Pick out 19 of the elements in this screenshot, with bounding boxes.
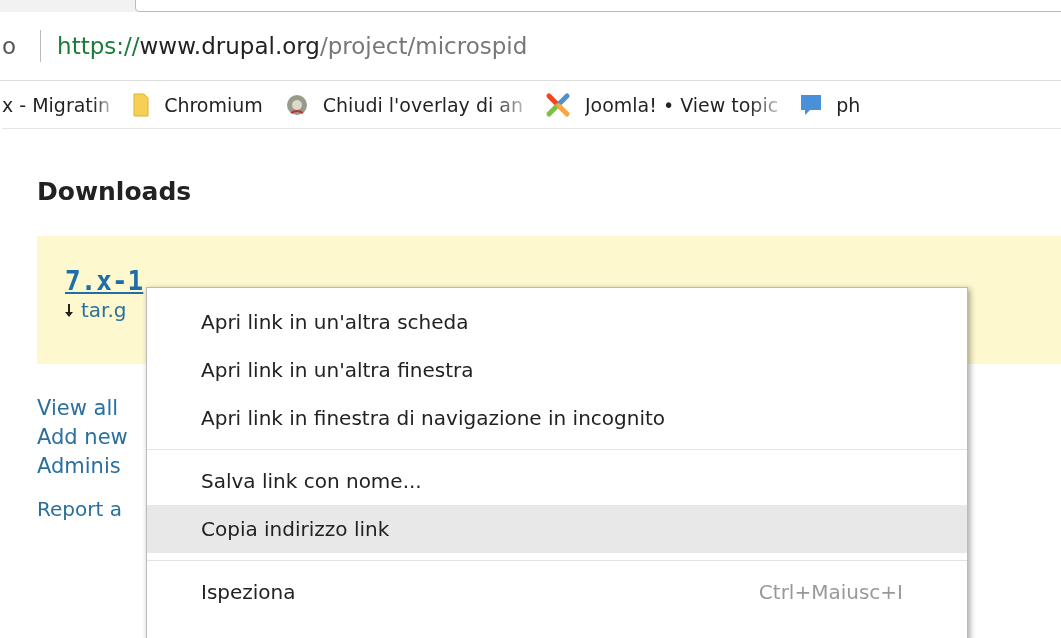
emblem-icon	[284, 92, 309, 117]
version-link[interactable]: 7.x-1	[65, 266, 144, 296]
menu-item[interactable]: Salva link con nome...	[147, 457, 967, 505]
folder-icon	[132, 92, 151, 117]
menu-item[interactable]: Apri link in finestra di navigazione in incognito	[147, 394, 967, 442]
chat-icon	[800, 92, 823, 117]
url-field[interactable]: https://www.drupal.org/project/microspid	[57, 33, 528, 59]
menu-item[interactable]: Apri link in un'altra finestra	[147, 346, 967, 394]
download-icon	[65, 303, 73, 317]
address-text: o	[2, 33, 17, 59]
file-link[interactable]: tar.g	[81, 298, 127, 322]
menu-item[interactable]: Apri link in un'altra scheda	[147, 298, 967, 346]
browser-tab[interactable]	[135, 0, 1061, 12]
section-heading: Downloads	[37, 177, 193, 206]
report-link[interactable]: Report a	[37, 497, 122, 521]
bookmark[interactable]: Chromium	[132, 92, 263, 117]
menu-item[interactable]: Copia indirizzo link	[147, 505, 967, 553]
menu-item[interactable]: Ispeziona Ctrl+Maiusc+I	[147, 568, 967, 616]
bookmark[interactable]: ph	[800, 92, 861, 117]
